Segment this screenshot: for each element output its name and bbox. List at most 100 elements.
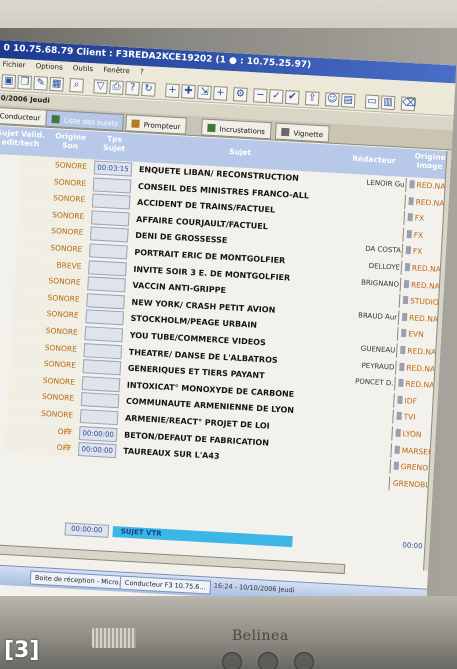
cell-tps-sujet[interactable] [82, 359, 122, 376]
cell-tps-sujet[interactable] [85, 309, 125, 326]
edit-icon[interactable]: ✎ [33, 75, 49, 91]
tab-vignette-label: Vignette [293, 129, 324, 140]
dropdown-arrow-icon[interactable] [405, 246, 412, 255]
dropdown-arrow-icon[interactable] [407, 213, 413, 222]
overlay-icon [207, 123, 216, 133]
filter-icon[interactable]: ▽ [93, 79, 108, 95]
tab-incrustations-label: Incrustations [219, 125, 266, 136]
save-icon[interactable]: ▣ [1, 74, 17, 89]
dropdown-arrow-icon[interactable] [401, 312, 408, 321]
export-icon[interactable]: ⇪ [304, 91, 320, 106]
col-origine-son[interactable]: Origine Son [48, 131, 93, 151]
dropdown-arrow-icon[interactable] [394, 445, 400, 454]
remove-icon[interactable]: − [252, 88, 268, 103]
add-row-icon[interactable]: + [212, 86, 228, 101]
dropdown-arrow-icon[interactable] [403, 279, 410, 288]
tab-vignette[interactable]: Vignette [274, 122, 330, 143]
dropdown-arrow-icon[interactable] [408, 196, 414, 205]
cell-tps-sujet[interactable] [90, 210, 130, 227]
trash-icon[interactable]: ⌫ [400, 96, 417, 112]
tab-liste-sujets-label: Liste des sujets [63, 116, 119, 128]
vtr-duration[interactable]: 00:00:00 [64, 522, 110, 538]
col-valid[interactable]: Sujet Valid. edit/tech [0, 128, 47, 149]
help-icon[interactable]: ? [125, 81, 140, 96]
add-icon[interactable]: + [165, 83, 180, 99]
copy-icon[interactable]: ❐ [17, 75, 33, 90]
cell-origine-image-label: FX [414, 213, 425, 224]
window-icon[interactable]: ▭ [364, 94, 380, 110]
menu-item-fenetre[interactable]: Fenêtre [103, 66, 130, 75]
cell-tps-sujet[interactable] [89, 243, 128, 260]
dropdown-arrow-icon[interactable] [396, 412, 402, 421]
cell-origine-image-label: IDF [404, 395, 418, 406]
tab-prompteur-label: Prompteur [143, 121, 181, 132]
dropdown-arrow-icon[interactable] [398, 378, 404, 388]
tab-conducteur[interactable]: Conducteur [0, 106, 47, 127]
cell-tps-sujet[interactable] [88, 259, 127, 276]
dropdown-arrow-icon[interactable] [400, 345, 406, 355]
tab-incrustations[interactable]: Incrustations [200, 118, 272, 140]
col-redacteur[interactable]: Rédacteur [346, 154, 402, 166]
cell-tps-sujet[interactable] [86, 293, 125, 310]
monitor-button[interactable] [258, 652, 278, 669]
monitor-brand: Belinea [232, 628, 289, 644]
validate-icon[interactable]: ✔ [284, 90, 300, 105]
monitor-button[interactable] [294, 652, 314, 669]
cell-tps-sujet[interactable] [89, 226, 129, 243]
tab-liste-sujets[interactable]: Liste des sujets [45, 109, 125, 132]
dropdown-arrow-icon[interactable] [402, 296, 409, 305]
vtr-subject-bar[interactable]: SUJET VTR [112, 526, 293, 548]
dropdown-arrow-icon[interactable] [409, 180, 415, 189]
cell-tps-sujet[interactable] [79, 408, 119, 426]
cell-origine-image-label: LYON [402, 429, 422, 440]
cell-tps-sujet[interactable] [84, 326, 124, 343]
dropdown-arrow-icon[interactable] [397, 395, 403, 404]
menu-item-options[interactable]: Options [36, 62, 63, 71]
cell-tps-sujet[interactable] [91, 193, 131, 210]
dropdown-arrow-icon[interactable] [404, 262, 411, 272]
subjects-table: SONORE 00:03:15 ENQUETE LIBAN/ RECONSTRUCT… [0, 154, 457, 495]
cell-tps-sujet[interactable] [92, 177, 132, 194]
col-sujet[interactable]: Sujet [140, 142, 340, 162]
tab-conducteur-label: Conducteur [0, 112, 41, 123]
menu-item-help[interactable]: ? [140, 68, 144, 76]
warning-icon: ⚠ [64, 425, 72, 436]
document-icon [51, 115, 60, 124]
cell-origine-image-label: FX [413, 230, 424, 240]
dropdown-arrow-icon[interactable] [406, 229, 413, 239]
print-icon[interactable]: ⎙ [109, 80, 124, 95]
table-icon[interactable]: ▦ [49, 76, 64, 92]
cell-tps-sujet[interactable] [80, 392, 120, 409]
cell-origine-image-label: TVI [403, 412, 416, 423]
cell-tps-sujet[interactable]: 00:00:00 [77, 442, 117, 459]
dropdown-arrow-icon[interactable] [399, 362, 405, 371]
menu-item-outils[interactable]: Outils [73, 64, 94, 73]
tab-prompteur[interactable]: Prompteur [125, 114, 187, 135]
check-icon[interactable]: ✓ [268, 89, 284, 104]
search-icon[interactable]: ⌕ [69, 77, 84, 93]
cell-tps-sujet[interactable] [83, 342, 123, 359]
dropdown-arrow-icon[interactable] [393, 461, 400, 471]
vtr-right-duration: 00:00 [402, 541, 423, 551]
settings-icon[interactable]: ⚙ [232, 87, 248, 102]
cell-tps-sujet[interactable] [87, 276, 126, 293]
insert-icon[interactable]: ⇲ [197, 85, 212, 100]
cell-origine-image-label: STUDIO [409, 296, 440, 308]
layout-icon[interactable]: ▥ [380, 95, 396, 111]
monitor-button[interactable] [222, 652, 242, 669]
dropdown-arrow-icon[interactable] [401, 329, 407, 338]
cell-tps-sujet[interactable] [81, 375, 121, 392]
cell-tps-sujet[interactable]: 00:03:15 [93, 160, 133, 177]
grid-icon[interactable]: ▤ [340, 93, 356, 108]
refresh-icon[interactable]: ↻ [141, 81, 156, 97]
move-icon[interactable]: ✚ [181, 84, 196, 99]
cell-origine-image-label: EVN [407, 329, 424, 340]
dropdown-arrow-icon[interactable] [395, 428, 401, 437]
figure-label: [3] [4, 638, 40, 663]
cell-tps-sujet[interactable]: 00:00:00 [78, 425, 118, 442]
taskbar-conducteur[interactable]: Conducteur F3 10.75.6... [119, 575, 211, 595]
menu-item-fichier[interactable]: Fichier [2, 60, 25, 69]
col-tps-sujet[interactable]: Tps Sujet [98, 134, 131, 154]
taskbar-mail[interactable]: Boite de réception - Micro... [29, 570, 131, 591]
user-icon[interactable]: ☺ [324, 92, 340, 108]
